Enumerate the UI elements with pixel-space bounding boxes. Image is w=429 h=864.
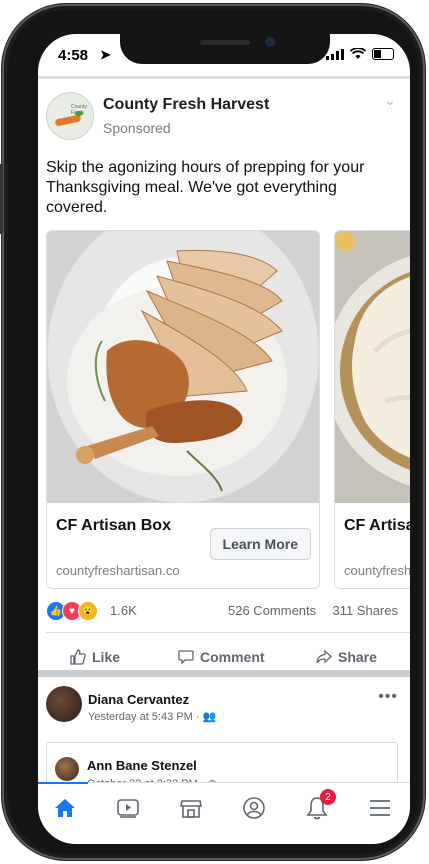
carousel-card[interactable]: CF Artisan countyfreshar: [334, 230, 410, 589]
signal-icon: [326, 48, 344, 60]
menu-icon[interactable]: [367, 795, 393, 821]
comment-button[interactable]: Comment: [178, 649, 265, 665]
post-author[interactable]: Diana Cervantez: [88, 692, 189, 707]
card-domain: countyfreshartisan.co: [56, 563, 180, 578]
reactions-summary[interactable]: 👍 ♥ 😮 1.6K 526 Comments 311 Shares: [46, 601, 398, 623]
wow-reaction-icon: 😮: [78, 601, 98, 621]
like-label: Like: [92, 649, 121, 665]
advertiser-name[interactable]: County Fresh Harvest: [103, 96, 269, 114]
screen: 4:58 ➤ County Fresh County Fresh Harvest…: [38, 34, 410, 844]
notch: [120, 34, 330, 64]
comment-count[interactable]: 526 Comments: [228, 603, 316, 618]
notifications-icon[interactable]: 2: [304, 789, 336, 821]
post-caption: Skip the agonizing hours of prepping for…: [46, 159, 365, 216]
battery-icon: [372, 48, 394, 60]
location-arrow-icon: ➤: [100, 47, 111, 62]
advertiser-logo[interactable]: County Fresh: [46, 92, 94, 140]
post-meta: Yesterday at 5:43 PM · 👥: [88, 711, 217, 723]
active-tab-indicator: [38, 782, 88, 784]
status-time: 4:58: [58, 47, 89, 64]
mashed-potatoes-image[interactable]: [335, 231, 410, 503]
learn-more-button[interactable]: Learn More: [209, 528, 311, 560]
home-icon[interactable]: [52, 795, 78, 821]
sponsored-label[interactable]: Sponsored: [103, 120, 171, 136]
card-title: CF Artisan: [344, 517, 410, 534]
marketplace-icon[interactable]: [178, 795, 204, 821]
comment-icon: [178, 650, 194, 665]
more-options-icon[interactable]: •••: [378, 688, 398, 706]
thumbs-up-icon: [70, 649, 86, 665]
share-icon: [316, 649, 332, 664]
reaction-count[interactable]: 1.6K: [110, 603, 137, 618]
shared-author[interactable]: Ann Bane Stenzel: [87, 758, 197, 773]
comment-label: Comment: [200, 649, 265, 665]
bottom-nav: 2: [38, 782, 410, 844]
avatar[interactable]: [46, 686, 82, 722]
share-label: Share: [338, 649, 377, 665]
notification-badge: 2: [320, 789, 336, 805]
next-post-header: Diana Cervantez Yesterday at 5:43 PM · 👥…: [46, 686, 410, 736]
avatar[interactable]: [55, 757, 79, 781]
turkey-image[interactable]: [47, 231, 319, 503]
like-button[interactable]: Like: [70, 649, 120, 665]
card-title: CF Artisan Box: [56, 517, 171, 534]
card-domain: countyfreshar: [344, 563, 410, 578]
profile-icon[interactable]: [241, 795, 267, 821]
carousel-card[interactable]: CF Artisan Box Learn More countyfreshart…: [46, 230, 320, 589]
watch-icon[interactable]: [115, 795, 141, 821]
post-actions: Like Comment Share: [38, 640, 410, 674]
reaction-emojis: 👍 ♥ 😮: [46, 601, 98, 621]
chevron-down-icon[interactable]: ⌄: [384, 92, 396, 109]
share-count[interactable]: 311 Shares: [332, 603, 398, 618]
post-header: County Fresh County Fresh Harvest Sponso…: [46, 92, 410, 142]
wifi-icon: [350, 48, 366, 59]
share-button[interactable]: Share: [316, 649, 377, 665]
friends-icon: 👥: [202, 711, 217, 723]
phone-frame: 4:58 ➤ County Fresh County Fresh Harvest…: [0, 4, 425, 860]
